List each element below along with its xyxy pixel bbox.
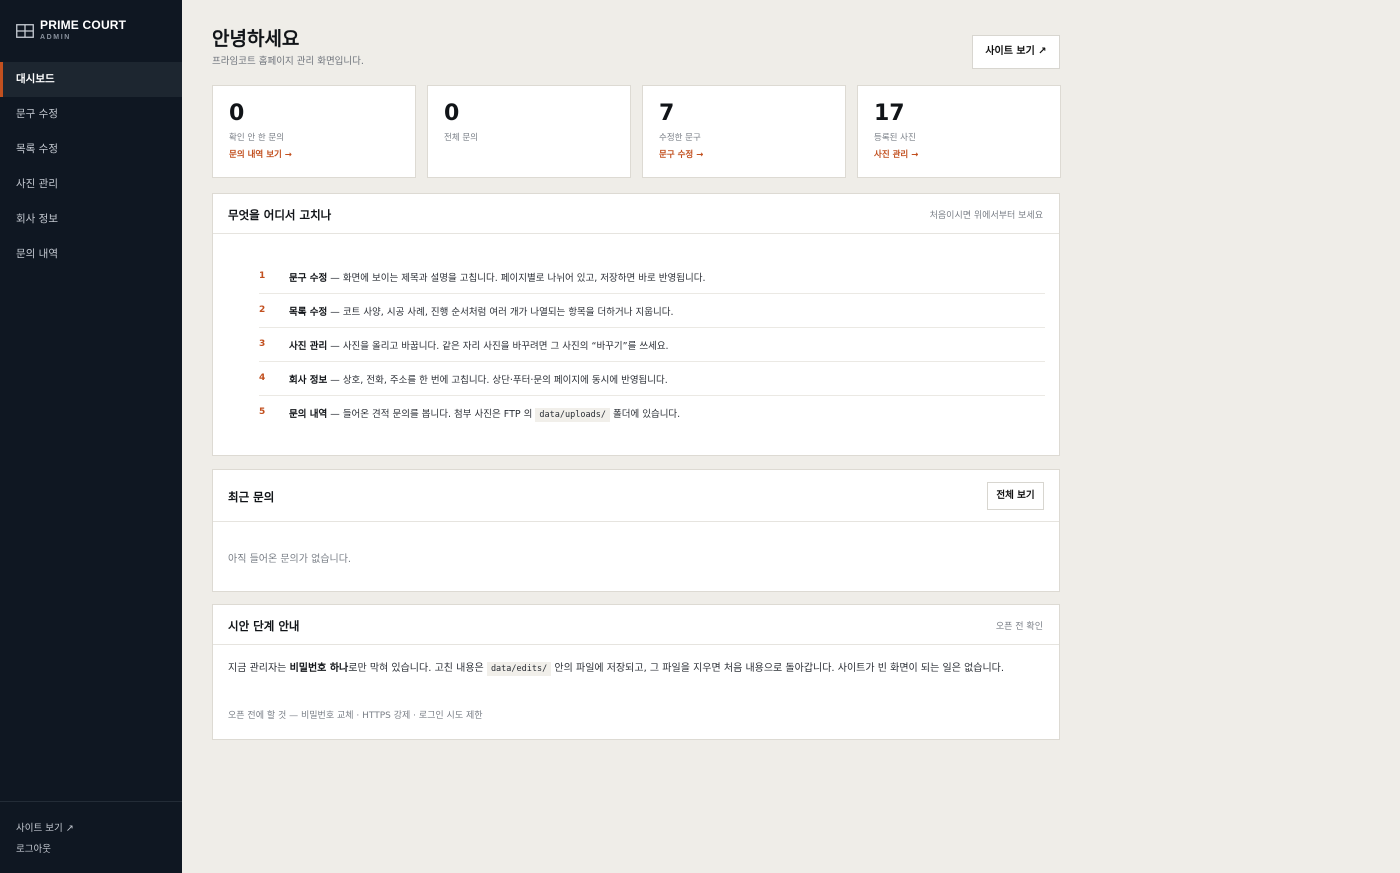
empty-state: 아직 들어온 문의가 없습니다. (228, 554, 352, 565)
sidebar-item-dashboard[interactable]: 대시보드 (0, 62, 182, 97)
list-item: 1 문구 수정 — 화면에 보이는 제목과 설명을 고칩니다. 페이지별로 나뉘… (259, 260, 1045, 294)
step-description: — 코트 사양, 시공 사례, 진행 순서처럼 여러 개가 나열되는 항목을 더… (327, 307, 674, 318)
logout-link[interactable]: 로그아웃 (0, 839, 182, 860)
card-header: 시안 단계 안내 오픈 전 확인 (213, 605, 1059, 645)
sidebar-nav: 대시보드 문구 수정 목록 수정 사진 관리 회사 정보 문의 내역 (0, 62, 182, 272)
text-emphasis: 비밀번호 하나 (289, 663, 349, 674)
step-name: 회사 정보 (289, 375, 328, 386)
sidebar: PRIME COURT ADMIN 대시보드 문구 수정 목록 수정 사진 관리… (0, 0, 182, 873)
stat-label: 확인 안 한 문의 (229, 133, 285, 143)
stat-card-photos: 17 등록된 사진 사진 관리 → (857, 85, 1061, 178)
step-number: 4 (259, 373, 266, 383)
staging-todo: 오픈 전에 할 것 — 비밀번호 교체 · HTTPS 강제 · 로그인 시도 … (228, 711, 483, 721)
list-item: 4 회사 정보 — 상호, 전화, 주소를 한 번에 고칩니다. 상단·푸터·문… (259, 362, 1045, 396)
stat-value: 0 (229, 101, 245, 126)
step-description: — 상호, 전화, 주소를 한 번에 고칩니다. 상단·푸터·문의 페이지에 동… (327, 375, 668, 386)
step-name: 문의 내역 (289, 409, 328, 420)
stat-card-edited-text: 7 수정한 문구 문구 수정 → (642, 85, 846, 178)
sidebar-item-company-info[interactable]: 회사 정보 (0, 202, 182, 237)
step-description-end: 폴더에 있습니다. (609, 409, 681, 420)
stat-label: 등록된 사진 (874, 133, 916, 143)
step-number: 1 (259, 271, 266, 281)
stat-link-inquiries[interactable]: 문의 내역 보기 → (229, 148, 415, 160)
step-name: 사진 관리 (289, 341, 328, 352)
stat-label: 전체 문의 (444, 133, 478, 143)
brand-name: PRIME COURT (40, 18, 127, 32)
sidebar-item-edit-lists[interactable]: 목록 수정 (0, 132, 182, 167)
list-item: 2 목록 수정 — 코트 사양, 시공 사례, 진행 순서처럼 여러 개가 나열… (259, 294, 1045, 328)
sidebar-footer: 사이트 보기 ↗ 로그아웃 (0, 801, 182, 860)
list-item: 3 사진 관리 — 사진을 올리고 바꿉니다. 같은 자리 사진을 바꾸려면 그… (259, 328, 1045, 362)
step-name: 문구 수정 (289, 273, 328, 284)
list-item: 5 문의 내역 — 들어온 견적 문의를 봅니다. 첨부 사진은 FTP 의 d… (259, 396, 1045, 430)
stat-card-total-inquiries: 0 전체 문의 (427, 85, 631, 178)
sidebar-item-edit-text[interactable]: 문구 수정 (0, 97, 182, 132)
page-title: 안녕하세요 (212, 28, 300, 50)
text-segment: 지금 관리자는 (228, 663, 290, 674)
sidebar-item-inquiries[interactable]: 문의 내역 (0, 237, 182, 272)
step-number: 3 (259, 339, 266, 349)
card-header: 무엇을 어디서 고치나 처음이시면 위에서부터 보세요 (213, 194, 1059, 234)
step-description: — 사진을 올리고 바꿉니다. 같은 자리 사진을 바꾸려면 그 사진의 “바꾸… (327, 341, 669, 352)
view-all-button[interactable]: 전체 보기 (987, 482, 1044, 510)
recent-inquiries-card: 최근 문의 전체 보기 아직 들어온 문의가 없습니다. (212, 469, 1060, 592)
stats-row: 0 확인 안 한 문의 문의 내역 보기 → 0 전체 문의 7 수정한 문구 … (212, 85, 1061, 178)
staging-description: 지금 관리자는 비밀번호 하나로만 막혀 있습니다. 고친 내용은 data/e… (228, 660, 1044, 678)
sidebar-item-photos[interactable]: 사진 관리 (0, 167, 182, 202)
edits-path-code: data/edits/ (486, 662, 552, 676)
guide-steps: 1 문구 수정 — 화면에 보이는 제목과 설명을 고칩니다. 페이지별로 나뉘… (259, 260, 1045, 430)
card-header: 최근 문의 전체 보기 (213, 470, 1059, 522)
stat-value: 7 (659, 101, 675, 126)
guide-title: 무엇을 어디서 고치나 (228, 208, 332, 222)
stat-card-unread-inquiries: 0 확인 안 한 문의 문의 내역 보기 → (212, 85, 416, 178)
stat-link-photos[interactable]: 사진 관리 → (874, 148, 1060, 160)
stat-value: 0 (444, 101, 460, 126)
step-number: 5 (259, 407, 266, 417)
page-subtitle: 프라임코트 홈페이지 관리 화면입니다. (212, 56, 364, 67)
step-name: 목록 수정 (289, 307, 328, 318)
view-site-link[interactable]: 사이트 보기 ↗ (0, 818, 182, 839)
text-segment: 로만 막혀 있습니다. 고친 내용은 (348, 663, 487, 674)
guide-card: 무엇을 어디서 고치나 처음이시면 위에서부터 보세요 1 문구 수정 — 화면… (212, 193, 1060, 456)
uploads-path-code: data/uploads/ (535, 408, 610, 422)
staging-notice-card: 시안 단계 안내 오픈 전 확인 지금 관리자는 비밀번호 하나로만 막혀 있습… (212, 604, 1060, 740)
view-site-button[interactable]: 사이트 보기 ↗ (972, 35, 1060, 69)
recent-title: 최근 문의 (228, 490, 275, 504)
brand-logo[interactable]: PRIME COURT ADMIN (16, 18, 126, 44)
guide-note: 처음이시면 위에서부터 보세요 (929, 211, 1043, 221)
brand-subtitle: ADMIN (40, 34, 71, 41)
text-segment: 안의 파일에 저장되고, 그 파일을 지우면 처음 내용으로 돌아갑니다. 사이… (551, 663, 1005, 674)
step-number: 2 (259, 305, 266, 315)
staging-note: 오픈 전 확인 (995, 622, 1043, 632)
layout-grid-icon (16, 24, 34, 38)
stat-label: 수정한 문구 (659, 133, 701, 143)
stat-value: 17 (874, 101, 905, 126)
step-description: — 화면에 보이는 제목과 설명을 고칩니다. 페이지별로 나뉘어 있고, 저장… (327, 273, 706, 284)
step-description: — 들어온 견적 문의를 봅니다. 첨부 사진은 FTP 의 (327, 409, 536, 420)
staging-title: 시안 단계 안내 (228, 619, 300, 633)
stat-link-edit-text[interactable]: 문구 수정 → (659, 148, 845, 160)
